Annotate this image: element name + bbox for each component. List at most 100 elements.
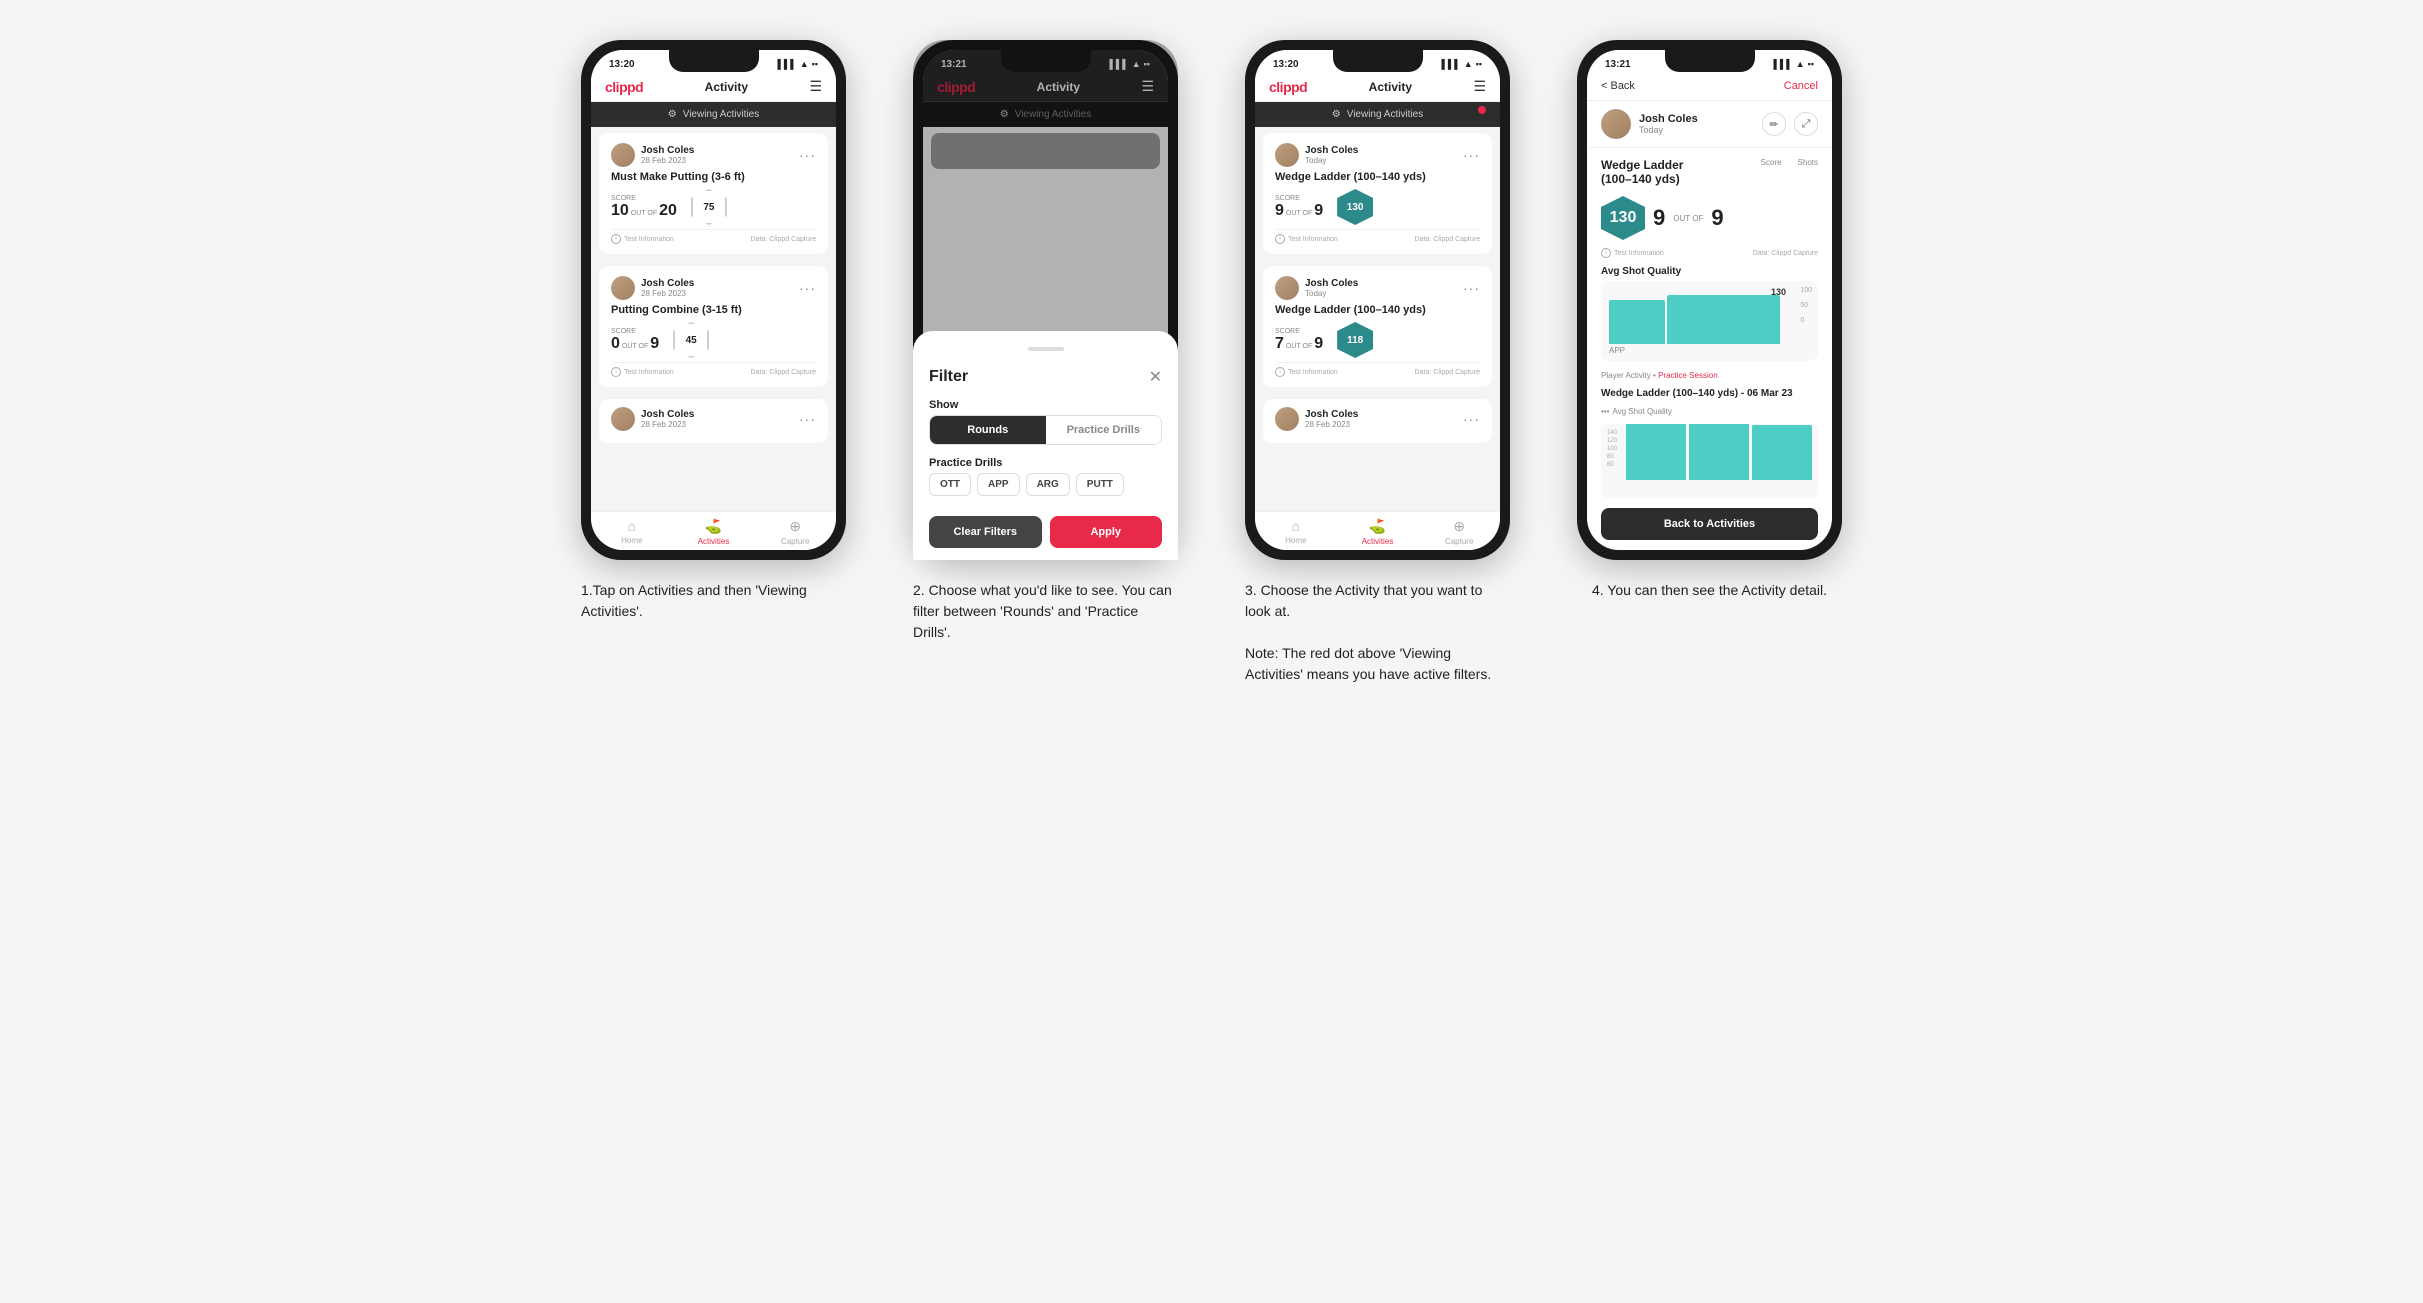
card-header-3-2: Josh Coles Today ··· — [1275, 276, 1480, 300]
user-date-1-3: 28 Feb 2023 — [641, 420, 694, 429]
user-name-date-3-2: Josh Coles Today — [1305, 278, 1358, 298]
drag-handle — [1028, 347, 1064, 351]
sq-badge-1-1: 75 — [691, 189, 727, 225]
detail-user-name-4: Josh Coles — [1639, 113, 1698, 125]
avatar-3-1 — [1275, 143, 1299, 167]
phone-frame-1: 13:20 ▌▌▌ ▲ ▪▪ clippd Activity ☰ ⚙ Vie — [581, 40, 846, 560]
activity-card-1-2[interactable]: Josh Coles 28 Feb 2023 ··· Putting Combi… — [599, 266, 828, 387]
activity-title-3-1: Wedge Ladder (100–140 yds) — [1275, 171, 1480, 183]
card-user-1-3: Josh Coles 28 Feb 2023 — [611, 407, 694, 431]
activity-card-1-3[interactable]: Josh Coles 28 Feb 2023 ··· — [599, 399, 828, 443]
detail-shots-num-4: 9 — [1711, 205, 1723, 231]
filter-chip-arg[interactable]: ARG — [1026, 473, 1070, 496]
score-label-1-2: Score — [611, 328, 659, 335]
phone-column-2: 13:21 ▌▌▌ ▲ ▪▪ clippd Activity ☰ ⚙ Vie — [896, 40, 1196, 643]
viewing-bar-3[interactable]: ⚙ Viewing Activities — [1255, 102, 1500, 127]
wifi-icon-1: ▲ — [800, 59, 809, 69]
card-user-3-1: Josh Coles Today — [1275, 143, 1358, 167]
user-name-date-1-1: Josh Coles 28 Feb 2023 — [641, 145, 694, 165]
viewing-bar-1[interactable]: ⚙ Viewing Activities — [591, 102, 836, 127]
score-num-3-2: 7 — [1275, 335, 1284, 353]
session-type-4: Practice Session — [1658, 371, 1718, 380]
app-header-title-3: Activity — [1369, 80, 1412, 94]
card-footer-3-2: i Test Information Data: Clippd Capture — [1275, 362, 1480, 377]
three-dots-3-3[interactable]: ··· — [1463, 411, 1480, 427]
nav-home-1[interactable]: ⌂ Home — [591, 518, 673, 546]
activity-card-3-1[interactable]: Josh Coles Today ··· Wedge Ladder (100–1… — [1263, 133, 1492, 254]
stat-score-1-1: Score 10 OUT OF 20 — [611, 195, 677, 220]
filter-chip-app[interactable]: APP — [977, 473, 1020, 496]
nav-capture-1[interactable]: ⊕ Capture — [754, 518, 836, 546]
phone-frame-2: 13:21 ▌▌▌ ▲ ▪▪ clippd Activity ☰ ⚙ Vie — [913, 40, 1178, 560]
rounds-toggle-btn[interactable]: Rounds — [930, 416, 1046, 444]
filter-title: Filter — [929, 368, 968, 386]
filter-chip-ott[interactable]: OTT — [929, 473, 971, 496]
app-logo-1: clippd — [605, 79, 643, 95]
detail-main-4: Wedge Ladder(100–140 yds) Score Shots — [1587, 148, 1832, 508]
score-label-3-2: Score — [1275, 328, 1323, 335]
nav-activities-1[interactable]: ⛳ Activities — [673, 518, 755, 546]
user-name-date-1-2: Josh Coles 28 Feb 2023 — [641, 278, 694, 298]
nav-capture-3[interactable]: ⊕ Capture — [1418, 518, 1500, 546]
score-value-3-1: 9 OUT OF 9 — [1275, 202, 1323, 220]
apply-filter-btn[interactable]: Apply — [1050, 516, 1163, 548]
user-name-3-1: Josh Coles — [1305, 145, 1358, 156]
user-name-date-1-3: Josh Coles 28 Feb 2023 — [641, 409, 694, 429]
phone-notch-3 — [1333, 50, 1423, 72]
score-label-1-1: Score — [611, 195, 677, 202]
detail-shots-label-4: Shots — [1798, 158, 1818, 167]
score-num-1-1: 10 — [611, 202, 629, 220]
expand-icon-4[interactable]: ⤢ — [1794, 112, 1818, 136]
shots-num-1-2: 9 — [650, 335, 659, 353]
filter-icon-1: ⚙ — [668, 109, 677, 120]
filter-practice-label: Practice Drills — [929, 457, 1162, 469]
edit-icon-4[interactable]: ✏ — [1762, 112, 1786, 136]
activity-card-3-3[interactable]: Josh Coles 28 Feb 2023 ··· — [1263, 399, 1492, 443]
card-footer-3-1: i Test Information Data: Clippd Capture — [1275, 229, 1480, 244]
card-footer-1-1: i Test Information Data: Clippd Capture — [611, 229, 816, 244]
card-header-1-3: Josh Coles 28 Feb 2023 ··· — [611, 407, 816, 431]
three-dots-1-1[interactable]: ··· — [799, 147, 816, 163]
back-activities-btn-4[interactable]: Back to Activities — [1601, 508, 1818, 540]
sq-badge-3-2: 118 — [1337, 322, 1373, 358]
clear-filters-btn[interactable]: Clear Filters — [929, 516, 1042, 548]
hamburger-icon-3[interactable]: ☰ — [1473, 78, 1486, 95]
user-name-date-3-1: Josh Coles Today — [1305, 145, 1358, 165]
avg-sq-section-4: Avg Shot Quality 100 50 0 — [1601, 266, 1818, 361]
phone-screen-3: 13:20 ▌▌▌ ▲ ▪▪ clippd Activity ☰ ⚙ Vie — [1255, 50, 1500, 550]
avatar-3-3 — [1275, 407, 1299, 431]
card-user-3-3: Josh Coles 28 Feb 2023 — [1275, 407, 1358, 431]
filter-chip-putt[interactable]: PUTT — [1076, 473, 1124, 496]
filter-show-section: Show Rounds Practice Drills — [929, 399, 1162, 445]
avatar-1-2 — [611, 276, 635, 300]
three-dots-3-1[interactable]: ··· — [1463, 147, 1480, 163]
phone-screen-2: 13:21 ▌▌▌ ▲ ▪▪ clippd Activity ☰ ⚙ Vie — [923, 50, 1168, 550]
activity-card-3-2[interactable]: Josh Coles Today ··· Wedge Ladder (100–1… — [1263, 266, 1492, 387]
detail-hex-4: 130 — [1601, 196, 1645, 240]
score-value-3-2: 7 OUT OF 9 — [1275, 335, 1323, 353]
nav-home-3[interactable]: ⌂ Home — [1255, 518, 1337, 546]
user-date-3-2: Today — [1305, 289, 1358, 298]
three-dots-1-3[interactable]: ··· — [799, 411, 816, 427]
three-dots-1-2[interactable]: ··· — [799, 280, 816, 296]
back-button-4[interactable]: < Back — [1601, 80, 1635, 92]
viewing-bar-label-3: Viewing Activities — [1347, 109, 1424, 120]
filter-close-btn[interactable]: ✕ — [1149, 367, 1162, 387]
activity-card-1-1[interactable]: Josh Coles 28 Feb 2023 ··· Must Make Put… — [599, 133, 828, 254]
out-of-1-2: OUT OF — [622, 343, 648, 350]
info-icon-4: i — [1601, 248, 1611, 258]
bar-col-4-1: 132 — [1626, 424, 1686, 480]
hamburger-icon-1[interactable]: ☰ — [809, 78, 822, 95]
practice-drills-toggle-btn[interactable]: Practice Drills — [1046, 416, 1162, 444]
user-name-date-3-3: Josh Coles 28 Feb 2023 — [1305, 409, 1358, 429]
user-date-1-1: 28 Feb 2023 — [641, 156, 694, 165]
phone-column-3: 13:20 ▌▌▌ ▲ ▪▪ clippd Activity ☰ ⚙ Vie — [1228, 40, 1528, 685]
three-dots-3-2[interactable]: ··· — [1463, 280, 1480, 296]
cancel-button-4[interactable]: Cancel — [1784, 80, 1818, 92]
bar-chart-4: 140 120 100 80 60 132 129 — [1601, 424, 1818, 498]
chart-y-axis-4: 100 50 0 — [1800, 287, 1812, 324]
footer-left-1-2: i Test Information — [611, 367, 674, 377]
wedge-session-title-4: Wedge Ladder (100–140 yds) - 06 Mar 23 — [1601, 388, 1818, 399]
nav-activities-3[interactable]: ⛳ Activities — [1337, 518, 1419, 546]
chart-bars-4 — [1609, 289, 1810, 344]
